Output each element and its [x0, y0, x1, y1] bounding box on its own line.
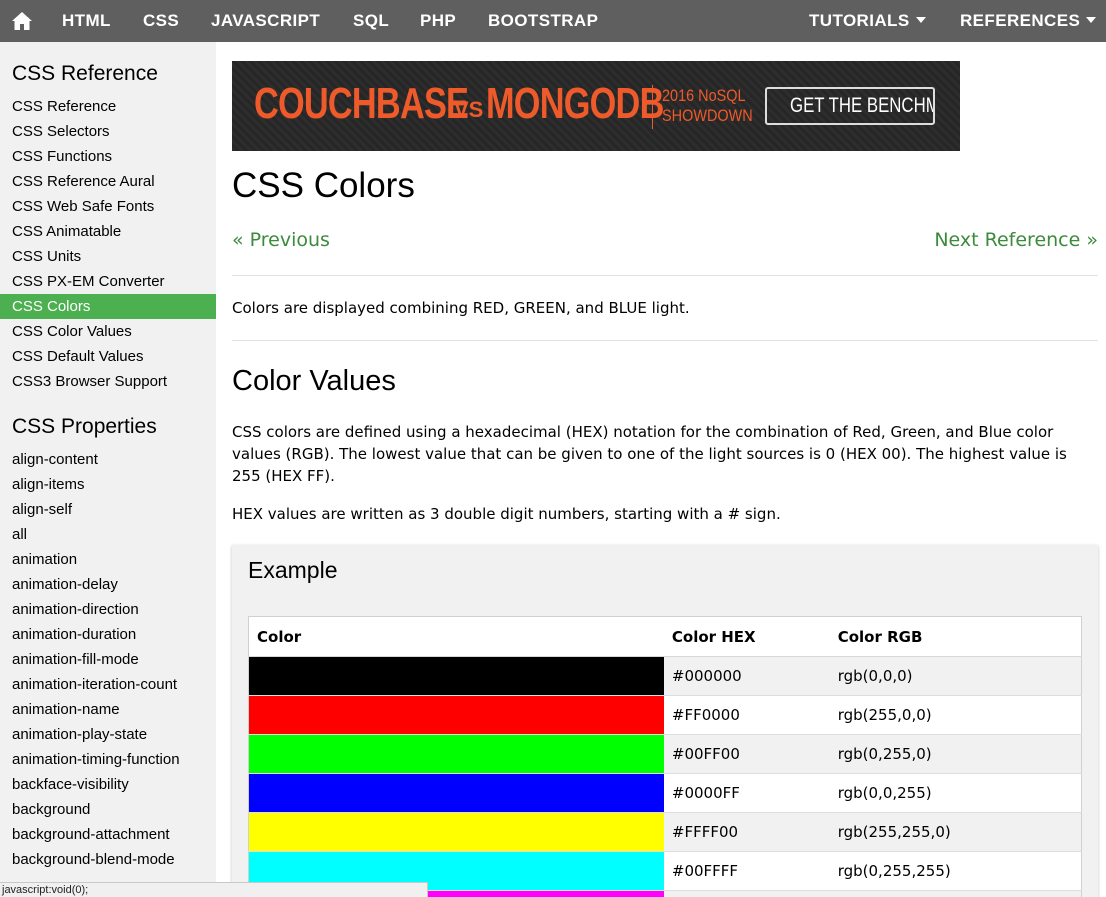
- ad-brand-mongodb: MONGODB: [486, 79, 664, 128]
- sidebar-item-css-functions[interactable]: CSS Functions: [0, 144, 216, 169]
- sidebar-item-animation-delay[interactable]: animation-delay: [0, 572, 216, 597]
- sidebar-item-align-content[interactable]: align-content: [0, 447, 216, 472]
- sidebar-item-background-attachment[interactable]: background-attachment: [0, 822, 216, 847]
- divider: [232, 340, 1098, 341]
- color-rgb-cell: rgb(255,0,0): [829, 695, 1082, 735]
- divider: [232, 275, 1098, 276]
- sidebar-heading-properties: CSS Properties: [12, 415, 157, 438]
- color-rgb-cell: rgb(255,255,0): [829, 812, 1082, 852]
- sidebar-item-css-animatable[interactable]: CSS Animatable: [0, 219, 216, 244]
- hex-values-paragraph: HEX values are written as 3 double digit…: [232, 505, 781, 523]
- header-color: Color: [248, 616, 664, 657]
- sidebar-item-css-colors[interactable]: CSS Colors: [0, 294, 216, 319]
- table-row: #FFFF00 rgb(255,255,0): [248, 812, 1082, 852]
- sidebar-item-css-px-em-converter[interactable]: CSS PX-EM Converter: [0, 269, 216, 294]
- nav-css[interactable]: CSS: [143, 0, 179, 42]
- home-button[interactable]: [0, 0, 44, 42]
- previous-link[interactable]: « Previous: [232, 229, 330, 251]
- color-swatch: [248, 773, 664, 813]
- color-hex-cell: #0000FF: [663, 773, 830, 813]
- table-row: #FF0000 rgb(255,0,0): [248, 695, 1082, 735]
- sidebar-item-animation-timing-function[interactable]: animation-timing-function: [0, 747, 216, 772]
- top-navbar: HTML CSS JAVASCRIPT SQL PHP BOOTSTRAP TU…: [0, 0, 1106, 42]
- color-rgb-cell: rgb(0,255,0): [829, 734, 1082, 774]
- ad-tagline-line2: SHOWDOWN: [662, 106, 753, 125]
- page-title: CSS Colors: [232, 166, 415, 205]
- nav-sql[interactable]: SQL: [353, 0, 389, 42]
- sidebar-item-css-reference[interactable]: CSS Reference: [0, 94, 216, 119]
- nav-javascript[interactable]: JAVASCRIPT: [211, 0, 320, 42]
- color-hex-cell: #FF0000: [663, 695, 830, 735]
- ad-brand-couchbase: COUCHBASE: [254, 79, 469, 128]
- nav-bootstrap[interactable]: BOOTSTRAP: [488, 0, 598, 42]
- sidebar-item-animation-play-state[interactable]: animation-play-state: [0, 722, 216, 747]
- sidebar-item-css-selectors[interactable]: CSS Selectors: [0, 119, 216, 144]
- color-rgb-cell: rgb(0,255,255): [829, 851, 1082, 891]
- example-box: Example Color Color HEX Color RGB #00000…: [232, 545, 1098, 897]
- header-color-hex: Color HEX: [663, 616, 830, 657]
- header-color-rgb: Color RGB: [829, 616, 1082, 657]
- sidebar-item-css-color-values[interactable]: CSS Color Values: [0, 319, 216, 344]
- nav-tutorials[interactable]: TUTORIALS: [809, 0, 926, 42]
- sidebar-item-css-reference-aural[interactable]: CSS Reference Aural: [0, 169, 216, 194]
- color-swatch: [248, 695, 664, 735]
- color-hex-cell: #00FFFF: [663, 851, 830, 891]
- ad-cta-label: GET THE BENCHMARK: [790, 94, 933, 117]
- color-swatch: [248, 734, 664, 774]
- nav-references-label: REFERENCES: [960, 11, 1081, 30]
- sidebar-item-css-web-safe-fonts[interactable]: CSS Web Safe Fonts: [0, 194, 216, 219]
- nav-php[interactable]: PHP: [420, 0, 456, 42]
- table-row: #0000FF rgb(0,0,255): [248, 773, 1082, 813]
- sidebar-item-background-blend-mode[interactable]: background-blend-mode: [0, 847, 216, 872]
- sidebar-item-css-units[interactable]: CSS Units: [0, 244, 216, 269]
- sidebar-item-animation[interactable]: animation: [0, 547, 216, 572]
- color-hex-cell: #000000: [663, 656, 830, 696]
- color-table: Color Color HEX Color RGB #000000 rgb(0,0…: [248, 616, 1082, 897]
- sidebar-item-css3-browser-support[interactable]: CSS3 Browser Support: [0, 369, 216, 394]
- nav-html[interactable]: HTML: [62, 0, 111, 42]
- color-hex-cell: #FFFF00: [663, 812, 830, 852]
- sidebar-item-animation-name[interactable]: animation-name: [0, 697, 216, 722]
- sidebar-item-animation-duration[interactable]: animation-duration: [0, 622, 216, 647]
- sidebar-item-animation-iteration-count[interactable]: animation-iteration-count: [0, 672, 216, 697]
- color-rgb-cell: rgb(0,0,0): [829, 656, 1082, 696]
- ad-tagline: 2016 NoSQL SHOWDOWN: [662, 86, 753, 126]
- sidebar-item-align-items[interactable]: align-items: [0, 472, 216, 497]
- color-hex-cell: #FF00FF: [663, 890, 830, 897]
- home-icon: [12, 12, 32, 30]
- table-row: #000000 rgb(0,0,0): [248, 656, 1082, 696]
- nav-tutorials-label: TUTORIALS: [809, 11, 910, 30]
- table-row: #00FF00 rgb(0,255,0): [248, 734, 1082, 774]
- color-swatch: [248, 656, 664, 696]
- sidebar-item-animation-fill-mode[interactable]: animation-fill-mode: [0, 647, 216, 672]
- sidebar: CSS Reference CSS Reference CSS Selector…: [0, 42, 216, 897]
- color-rgb-cell: [829, 890, 1082, 897]
- sidebar-item-background[interactable]: background: [0, 797, 216, 822]
- intro-text: Colors are displayed combining RED, GREE…: [232, 299, 690, 317]
- color-swatch: [248, 812, 664, 852]
- next-reference-link[interactable]: Next Reference »: [934, 229, 1098, 251]
- status-bar: javascript:void(0);: [0, 882, 428, 897]
- ad-divider: [652, 85, 653, 129]
- section-title: Color Values: [232, 365, 396, 397]
- color-hex-cell: #00FF00: [663, 734, 830, 774]
- nav-references[interactable]: REFERENCES: [960, 0, 1097, 42]
- color-values-paragraph: CSS colors are defined using a hexadecim…: [232, 423, 1067, 485]
- color-table-body: #000000 rgb(0,0,0) #FF0000 rgb(255,0,0) #00F…: [248, 656, 1082, 897]
- ad-cta-button[interactable]: GET THE BENCHMARK: [765, 87, 935, 125]
- sidebar-item-animation-direction[interactable]: animation-direction: [0, 597, 216, 622]
- sidebar-heading-reference: CSS Reference: [12, 62, 158, 85]
- sidebar-item-backface-visibility[interactable]: backface-visibility: [0, 772, 216, 797]
- ad-tagline-line1: 2016 NoSQL: [662, 86, 746, 105]
- ad-banner[interactable]: COUCHBASE VS MONGODB 2016 NoSQL SHOWDOWN…: [232, 61, 960, 151]
- sidebar-item-align-self[interactable]: align-self: [0, 497, 216, 522]
- sidebar-item-all[interactable]: all: [0, 522, 216, 547]
- color-rgb-cell: rgb(0,0,255): [829, 773, 1082, 813]
- example-title: Example: [248, 557, 338, 583]
- ad-vs: VS: [454, 97, 484, 122]
- caret-down-icon: [915, 17, 926, 24]
- caret-down-icon: [1086, 17, 1097, 24]
- sidebar-item-css-default-values[interactable]: CSS Default Values: [0, 344, 216, 369]
- table-header-row: Color Color HEX Color RGB: [248, 616, 1082, 657]
